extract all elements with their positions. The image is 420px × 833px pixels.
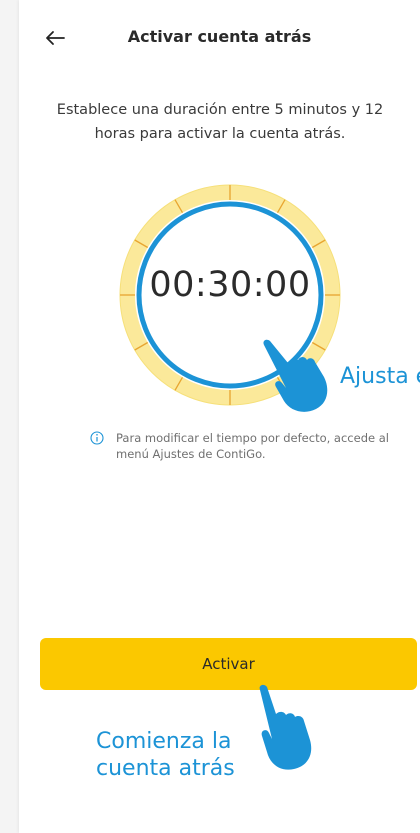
hint-start-countdown: Comienza la cuenta atrás [96,729,235,781]
timer-value: 00:30:00 [149,265,311,305]
description-text: Establece una duración entre 5 minutos y… [56,102,384,142]
app-header: Activar cuenta atrás [19,18,420,58]
info-text: Para modificar el tiempo por defecto, ac… [116,431,389,461]
info-icon [90,431,104,445]
pointing-hand-icon [263,339,328,412]
hint-adjust-time: Ajusta el tiempo [340,364,420,389]
activate-button[interactable]: Activar [40,638,417,690]
page-title: Activar cuenta atrás [127,27,312,46]
